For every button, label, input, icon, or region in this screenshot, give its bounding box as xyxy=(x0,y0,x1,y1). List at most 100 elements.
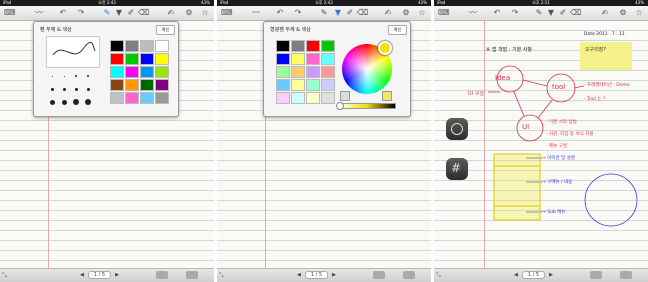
color-swatch[interactable] xyxy=(291,79,305,91)
color-swatch[interactable] xyxy=(291,53,305,65)
color-swatch[interactable] xyxy=(321,53,335,65)
node-idea-label: Idea xyxy=(495,74,511,82)
color-swatch[interactable] xyxy=(140,40,154,52)
pen-icon[interactable]: ✎ xyxy=(102,8,112,18)
page-list-button[interactable] xyxy=(186,271,198,279)
color-swatch[interactable] xyxy=(125,40,139,52)
star-icon[interactable]: ☆ xyxy=(200,8,210,18)
thickness-option[interactable] xyxy=(86,87,90,91)
page-indicator[interactable]: 1 / 5 xyxy=(521,271,546,279)
ok-button[interactable]: 확인 xyxy=(156,25,176,35)
page-add-button[interactable] xyxy=(590,271,602,279)
keyboard-icon[interactable]: ⌨ xyxy=(4,8,16,18)
color-swatch[interactable] xyxy=(306,92,320,104)
thickness-option[interactable] xyxy=(49,99,55,105)
color-swatch[interactable] xyxy=(291,66,305,78)
page-indicator[interactable]: 1 / 5 xyxy=(304,271,329,279)
node-ui-circle xyxy=(516,114,544,142)
color-swatch[interactable] xyxy=(155,40,169,52)
ui-note-3: - 메뉴 구성 xyxy=(546,144,568,149)
ok-button[interactable]: 확인 xyxy=(388,25,408,35)
thickness-option[interactable] xyxy=(85,99,91,105)
page-indicator[interactable]: 1 / 5 xyxy=(87,271,112,279)
redo-icon[interactable]: ↷ xyxy=(76,8,86,18)
color-swatch[interactable] xyxy=(306,79,320,91)
highlighter-icon[interactable]: ▼ xyxy=(333,8,343,18)
color-swatch[interactable] xyxy=(140,66,154,78)
undo-icon[interactable]: ↶ xyxy=(58,8,68,18)
thickness-option[interactable] xyxy=(62,87,66,91)
old-color-swatch xyxy=(340,91,350,101)
page-add-button[interactable] xyxy=(373,271,385,279)
thickness-option[interactable] xyxy=(75,75,77,77)
page-add-button[interactable] xyxy=(156,271,168,279)
thickness-option[interactable] xyxy=(61,99,67,105)
thickness-option[interactable] xyxy=(51,75,53,77)
expand-icon[interactable]: ⤡ xyxy=(219,272,224,280)
color-swatch[interactable] xyxy=(110,79,124,91)
color-swatch[interactable] xyxy=(125,53,139,65)
blue-label-3: → Sub 메뉴 xyxy=(542,210,566,215)
color-swatch[interactable] xyxy=(125,66,139,78)
thickness-option[interactable] xyxy=(63,75,65,77)
color-swatch[interactable] xyxy=(321,92,335,104)
marker-icon[interactable]: ✐ xyxy=(126,8,136,18)
thickness-option[interactable] xyxy=(50,87,54,91)
color-swatch[interactable] xyxy=(276,92,290,104)
edit-icon[interactable]: ✍ xyxy=(166,8,176,18)
color-wheel-handle[interactable] xyxy=(378,41,392,55)
color-swatch[interactable] xyxy=(276,40,290,52)
brightness-slider-thumb[interactable] xyxy=(336,102,344,110)
eraser-icon[interactable]: ⌫ xyxy=(357,8,368,18)
color-swatch[interactable] xyxy=(155,66,169,78)
thickness-option[interactable] xyxy=(87,75,89,77)
color-swatch[interactable] xyxy=(155,92,169,104)
color-wheel[interactable] xyxy=(342,41,392,94)
color-swatch[interactable] xyxy=(306,40,320,52)
new-color-swatch xyxy=(382,91,392,101)
color-swatch[interactable] xyxy=(140,92,154,104)
thickness-option[interactable] xyxy=(73,99,79,105)
color-swatch[interactable] xyxy=(155,53,169,65)
page-list-button[interactable] xyxy=(620,271,632,279)
page-list-button[interactable] xyxy=(403,271,415,279)
color-swatch[interactable] xyxy=(306,53,320,65)
scribble-icon[interactable]: 〰 xyxy=(251,8,261,18)
color-swatch[interactable] xyxy=(306,66,320,78)
pen-icon[interactable]: ✎ xyxy=(319,8,329,18)
color-swatch[interactable] xyxy=(110,53,124,65)
color-swatch[interactable] xyxy=(110,40,124,52)
keyboard-icon[interactable]: ⌨ xyxy=(221,8,233,18)
brightness-slider[interactable] xyxy=(336,102,396,110)
color-swatch[interactable] xyxy=(291,92,305,104)
gear-icon[interactable]: ⚙ xyxy=(184,8,194,18)
edit-icon[interactable]: ✍ xyxy=(383,8,393,18)
expand-icon[interactable]: ⤡ xyxy=(436,272,441,280)
color-swatch[interactable] xyxy=(140,79,154,91)
color-swatch[interactable] xyxy=(321,66,335,78)
color-swatch[interactable] xyxy=(110,66,124,78)
redo-icon[interactable]: ↷ xyxy=(293,8,303,18)
color-swatch[interactable] xyxy=(321,79,335,91)
color-swatch[interactable] xyxy=(321,40,335,52)
color-swatch[interactable] xyxy=(140,53,154,65)
color-swatch[interactable] xyxy=(125,79,139,91)
color-swatch[interactable] xyxy=(110,92,124,104)
highlighter-icon[interactable]: ▼ xyxy=(114,8,124,18)
color-swatch[interactable] xyxy=(291,40,305,52)
marker-icon[interactable]: ✐ xyxy=(345,8,355,18)
undo-icon[interactable]: ↶ xyxy=(275,8,285,18)
color-swatch[interactable] xyxy=(125,92,139,104)
page-navigator: ◀ 1 / 5 ▶ xyxy=(297,271,336,279)
thickness-option[interactable] xyxy=(74,87,78,91)
star-icon[interactable]: ☆ xyxy=(417,8,427,18)
color-swatch[interactable] xyxy=(276,66,290,78)
scribble-icon[interactable]: 〰 xyxy=(34,8,44,18)
eraser-icon[interactable]: ⌫ xyxy=(138,8,149,18)
gear-icon[interactable]: ⚙ xyxy=(401,8,411,18)
bottom-bar: ⤡ ◀ 1 / 5 ▶ xyxy=(434,268,648,282)
color-swatch[interactable] xyxy=(276,79,290,91)
color-swatch[interactable] xyxy=(276,53,290,65)
color-swatch[interactable] xyxy=(155,79,169,91)
expand-icon[interactable]: ⤡ xyxy=(2,272,7,280)
